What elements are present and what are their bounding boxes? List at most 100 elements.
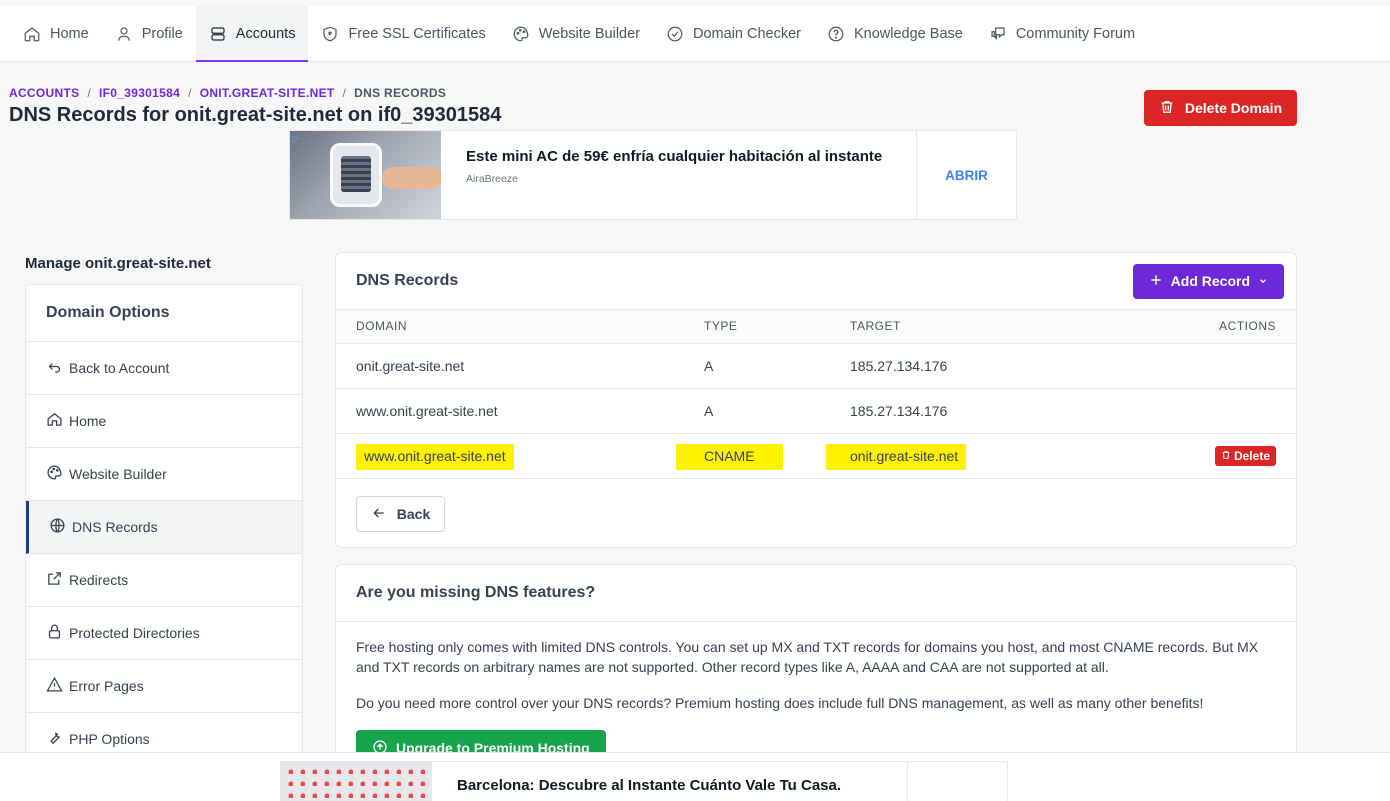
server-icon xyxy=(209,25,227,43)
ad-headline: Este mini AC de 59€ enfría cualquier hab… xyxy=(466,148,883,165)
sidebar-item-label: PHP Options xyxy=(69,731,150,747)
user-icon xyxy=(115,25,133,43)
breadcrumb-account-id[interactable]: IF0_39301584 xyxy=(99,86,180,100)
cell-actions xyxy=(1112,343,1296,389)
domain-options-title: Domain Options xyxy=(26,285,302,342)
cell-domain: www.onit.great-site.net xyxy=(336,388,684,434)
breadcrumb-separator: / xyxy=(87,86,92,100)
breadcrumb-separator: / xyxy=(188,86,192,100)
shield-icon xyxy=(321,25,339,43)
sidebar-item-redirects[interactable]: Redirects xyxy=(26,554,302,607)
domain-options-panel: Domain Options Back to Account Home Webs… xyxy=(25,284,303,764)
manage-domain-title: Manage onit.great-site.net xyxy=(25,255,211,272)
bottom-ad-cta[interactable] xyxy=(907,762,1007,801)
home-icon xyxy=(46,411,63,431)
bottom-ad-bar: Barcelona: Descubre al Instante Cuánto V… xyxy=(0,752,1390,801)
delete-domain-label: Delete Domain xyxy=(1184,100,1283,116)
nav-label: Profile xyxy=(141,25,183,42)
lock-icon xyxy=(46,623,63,643)
external-link-icon xyxy=(46,570,63,590)
top-navigation: Home Profile Accounts Free SSL Certifica… xyxy=(0,6,1390,62)
home-icon xyxy=(23,25,41,43)
dns-records-table: DOMAIN TYPE TARGET ACTIONS onit.great-si… xyxy=(336,310,1296,479)
back-button[interactable]: Back xyxy=(356,496,445,532)
sidebar-item-protected-directories[interactable]: Protected Directories xyxy=(26,607,302,660)
delete-record-button[interactable]: Delete xyxy=(1214,445,1276,466)
nav-accounts[interactable]: Accounts xyxy=(195,6,309,62)
palette-icon xyxy=(46,464,63,484)
nav-label: Accounts xyxy=(235,25,296,42)
sidebar-item-label: Website Builder xyxy=(69,466,167,482)
globe-icon xyxy=(49,517,66,537)
ad-map-image xyxy=(281,762,432,801)
wrench-icon xyxy=(46,729,63,749)
trash-icon xyxy=(1221,449,1231,463)
cell-actions xyxy=(1112,388,1296,434)
add-record-label: Add Record xyxy=(1170,273,1250,289)
cell-domain: onit.great-site.net xyxy=(336,343,684,389)
sidebar-item-dns-records[interactable]: DNS Records xyxy=(26,501,302,554)
ad-choices-icon: ▷ xyxy=(292,133,299,143)
add-record-button[interactable]: Add Record xyxy=(1132,263,1284,299)
back-arrow-icon xyxy=(46,358,63,378)
nav-label: Website Builder xyxy=(538,25,640,42)
question-circle-icon xyxy=(827,25,845,43)
ad-brand: AiraBreeze xyxy=(466,173,518,185)
nav-home[interactable]: Home xyxy=(10,6,102,61)
sidebar-item-home[interactable]: Home xyxy=(26,395,302,448)
delete-record-label: Delete xyxy=(1233,448,1270,463)
table-row-highlighted: www.onit.great-site.net CNAME onit.great… xyxy=(336,433,1296,479)
dns-records-card: DNS Records Add Record DOMAIN TYPE TARGE… xyxy=(335,252,1297,548)
nav-profile[interactable]: Profile xyxy=(102,6,196,61)
bottom-ad-banner[interactable]: Barcelona: Descubre al Instante Cuánto V… xyxy=(280,761,1008,801)
nav-label: Domain Checker xyxy=(693,25,801,42)
nav-website-builder[interactable]: Website Builder xyxy=(499,6,653,61)
nav-domain-checker[interactable]: Domain Checker xyxy=(653,6,814,61)
nav-label: Knowledge Base xyxy=(854,25,963,42)
sidebar-item-back-to-account[interactable]: Back to Account xyxy=(26,342,302,395)
info-paragraph: Free hosting only comes with limited DNS… xyxy=(356,639,1259,675)
nav-label: Free SSL Certificates xyxy=(348,25,486,42)
missing-dns-features-title: Are you missing DNS features? xyxy=(336,565,1296,622)
nav-knowledge-base[interactable]: Knowledge Base xyxy=(814,6,976,61)
breadcrumb-separator: / xyxy=(342,86,347,100)
ad-banner[interactable]: ▷ Este mini AC de 59€ enfría cualquier h… xyxy=(289,130,1017,220)
sidebar-item-error-pages[interactable]: Error Pages xyxy=(26,660,302,713)
missing-dns-features-card: Are you missing DNS features? Free hosti… xyxy=(335,564,1297,764)
breadcrumb: ACCOUNTS / IF0_39301584 / ONIT.GREAT-SIT… xyxy=(9,86,446,100)
delete-domain-button[interactable]: Delete Domain xyxy=(1144,90,1297,126)
sidebar-item-label: Back to Account xyxy=(69,360,170,376)
warning-icon xyxy=(46,676,63,696)
ad-image: ▷ xyxy=(290,131,441,219)
nav-label: Community Forum xyxy=(1015,25,1136,42)
cell-target: onit.great-site.net xyxy=(826,443,967,470)
table-row: onit.great-site.net A 185.27.134.176 xyxy=(336,343,1296,389)
breadcrumb-current: DNS RECORDS xyxy=(354,86,447,100)
sidebar-item-website-builder[interactable]: Website Builder xyxy=(26,448,302,501)
breadcrumb-domain[interactable]: ONIT.GREAT-SITE.NET xyxy=(200,86,335,100)
palette-icon xyxy=(512,25,530,43)
sidebar-item-label: Home xyxy=(69,413,107,429)
dns-records-title: DNS Records xyxy=(356,272,459,289)
plus-icon xyxy=(1149,273,1163,290)
trash-icon xyxy=(1159,99,1175,118)
sidebar-item-label: Error Pages xyxy=(69,678,144,694)
chat-icon xyxy=(989,25,1007,43)
column-header-domain: DOMAIN xyxy=(336,310,684,344)
arrow-left-icon xyxy=(371,505,387,524)
nav-label: Home xyxy=(50,25,89,42)
nav-community-forum[interactable]: Community Forum xyxy=(976,6,1148,61)
breadcrumb-accounts[interactable]: ACCOUNTS xyxy=(9,86,79,100)
sidebar-item-label: Protected Directories xyxy=(69,625,200,641)
cell-type: A xyxy=(684,343,830,389)
cell-target: 185.27.134.176 xyxy=(830,343,1113,389)
ad-cta-button[interactable]: ABRIR xyxy=(916,131,1016,219)
column-header-actions: ACTIONS xyxy=(1112,310,1296,344)
check-circle-icon xyxy=(666,25,684,43)
nav-free-ssl[interactable]: Free SSL Certificates xyxy=(308,6,498,61)
page-title: DNS Records for onit.great-site.net on i… xyxy=(9,104,502,126)
sidebar-item-label: Redirects xyxy=(69,572,129,588)
sidebar-item-label: DNS Records xyxy=(72,519,158,535)
cell-target: 185.27.134.176 xyxy=(830,388,1113,434)
back-label: Back xyxy=(396,506,431,522)
